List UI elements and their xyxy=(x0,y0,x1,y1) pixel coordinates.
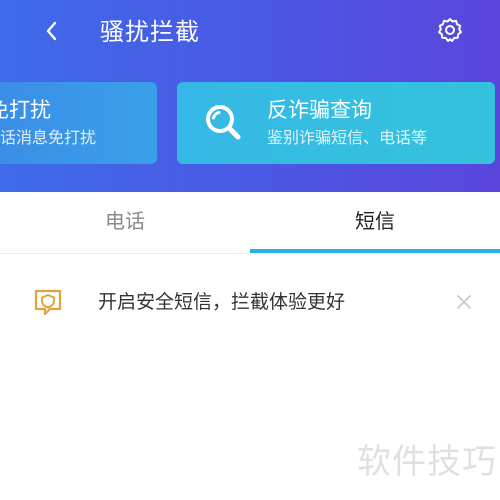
active-tab-indicator xyxy=(250,249,500,253)
shield-message-icon xyxy=(34,289,62,316)
header-bar: 骚扰拦截 免打扰 电话消息免打扰 反诈骗查询 鉴别诈骗短信、电话等 xyxy=(0,0,500,192)
watermark: 软件技巧 xyxy=(357,442,497,482)
notice-text: 开启安全短信，拦截体验更好 xyxy=(98,291,346,313)
page-title: 骚扰拦截 xyxy=(100,18,200,46)
back-button[interactable] xyxy=(36,14,66,48)
search-icon xyxy=(206,105,241,140)
chevron-left-icon xyxy=(46,21,57,41)
do-not-disturb-card[interactable]: 免打扰 电话消息免打扰 xyxy=(0,82,157,164)
close-icon xyxy=(457,295,471,309)
secure-sms-notice[interactable]: 开启安全短信，拦截体验更好 xyxy=(0,268,500,338)
card-title: 免打扰 xyxy=(0,98,51,122)
close-button[interactable] xyxy=(452,290,476,314)
tab-bar: 电话 短信 xyxy=(0,192,500,254)
gear-icon xyxy=(438,18,462,42)
card-title: 反诈骗查询 xyxy=(267,98,372,122)
anti-fraud-query-card[interactable]: 反诈骗查询 鉴别诈骗短信、电话等 xyxy=(177,82,495,164)
card-subtitle: 电话消息免打扰 xyxy=(0,128,97,147)
tab-phone[interactable]: 电话 xyxy=(0,192,250,250)
tab-sms[interactable]: 短信 xyxy=(250,192,500,250)
card-subtitle: 鉴别诈骗短信、电话等 xyxy=(267,128,428,147)
settings-button[interactable] xyxy=(434,14,466,46)
